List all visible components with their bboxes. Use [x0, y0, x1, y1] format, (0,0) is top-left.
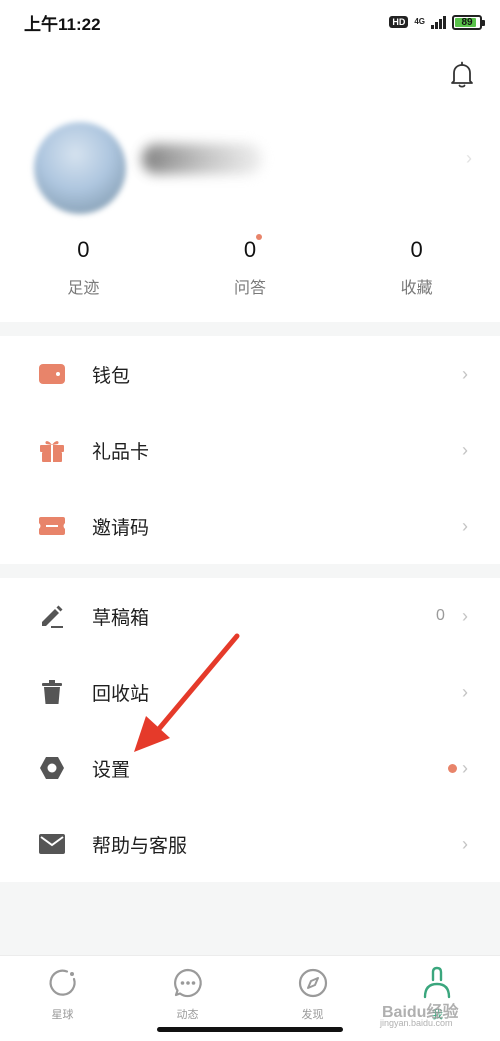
status-time: 上午11:22 — [24, 14, 101, 34]
chevron-right-icon: › — [462, 439, 468, 460]
qa-notification-dot — [256, 234, 262, 240]
chevron-right-icon: › — [462, 833, 468, 854]
stat-favorites[interactable]: 0 收藏 — [333, 234, 500, 298]
menu-item-invite-code[interactable]: 邀请码 › — [0, 488, 500, 564]
avatar[interactable] — [34, 122, 126, 214]
stat-value: 0 — [410, 237, 423, 262]
chevron-right-icon: › — [462, 757, 468, 778]
profile-chevron-icon[interactable]: › — [466, 148, 472, 169]
stats-row: 0 足迹 0 问答 0 收藏 — [0, 234, 500, 298]
chevron-right-icon: › — [462, 681, 468, 702]
menu-label: 帮助与客服 — [92, 835, 188, 857]
chevron-right-icon: › — [462, 605, 468, 626]
bell-icon[interactable] — [448, 60, 476, 90]
menu-group-finance: 钱包 › 礼品卡 › 邀请码 › — [0, 336, 500, 564]
wallet-icon — [38, 360, 66, 388]
menu-label: 邀请码 — [92, 517, 150, 539]
signal-icon — [431, 15, 446, 29]
planet-icon — [49, 969, 76, 996]
stat-qa[interactable]: 0 问答 — [167, 234, 334, 298]
network-label: 4G — [414, 17, 425, 26]
menu-item-recycle-bin[interactable]: 回收站 › — [0, 654, 500, 730]
menu-item-help[interactable]: 帮助与客服 › — [0, 806, 500, 882]
status-icons: HD 4G 89 — [389, 14, 485, 30]
menu-item-settings[interactable]: 设置 › — [0, 730, 500, 806]
menu-label: 礼品卡 — [92, 441, 150, 463]
stat-value: 0 — [243, 237, 257, 262]
profile-icon — [423, 966, 450, 999]
menu-item-drafts[interactable]: 草稿箱 0 › — [0, 578, 500, 654]
ticket-icon — [38, 512, 66, 540]
menu-item-gift-card[interactable]: 礼品卡 › — [0, 412, 500, 488]
menu-item-wallet[interactable]: 钱包 › — [0, 336, 500, 412]
hd-badge: HD — [389, 16, 409, 28]
stat-label: 收藏 — [400, 280, 433, 297]
menu-group-tools: 草稿箱 0 › 回收站 › 设置 › 帮助与客服 › — [0, 578, 500, 882]
tab-label: 星球 — [51, 1009, 74, 1021]
watermark-url: jingyan.baidu.com — [380, 1018, 453, 1028]
settings-notification-dot — [448, 763, 457, 773]
gift-icon — [38, 436, 66, 464]
tab-label: 动态 — [176, 1009, 199, 1021]
username-blurred[interactable] — [142, 144, 262, 174]
status-bar: 上午11:22 HD 4G 89 — [0, 0, 500, 44]
stat-footprints[interactable]: 0 足迹 — [0, 234, 167, 298]
tab-label: 发现 — [301, 1009, 324, 1021]
menu-label: 回收站 — [92, 683, 150, 705]
home-indicator — [157, 1027, 343, 1032]
compass-icon — [298, 968, 327, 998]
stat-value: 0 — [77, 237, 90, 262]
menu-label: 草稿箱 — [92, 607, 150, 629]
drafts-count: 0 — [436, 607, 445, 624]
menu-label: 设置 — [92, 759, 131, 781]
profile-header: › 0 足迹 0 问答 0 收藏 — [0, 44, 500, 322]
chat-bubble-icon — [173, 968, 202, 998]
stat-label: 足迹 — [67, 280, 100, 297]
mail-icon — [38, 830, 66, 858]
battery-icon: 89 — [452, 14, 485, 30]
tab-planet[interactable]: 星球 — [0, 956, 125, 1041]
battery-level: 89 — [461, 16, 473, 28]
chevron-right-icon: › — [462, 363, 468, 384]
settings-icon — [38, 754, 66, 782]
menu-label: 钱包 — [92, 365, 131, 387]
stat-label: 问答 — [234, 280, 267, 297]
pencil-icon — [38, 602, 66, 630]
chevron-right-icon: › — [462, 515, 468, 536]
trash-icon — [38, 678, 66, 706]
